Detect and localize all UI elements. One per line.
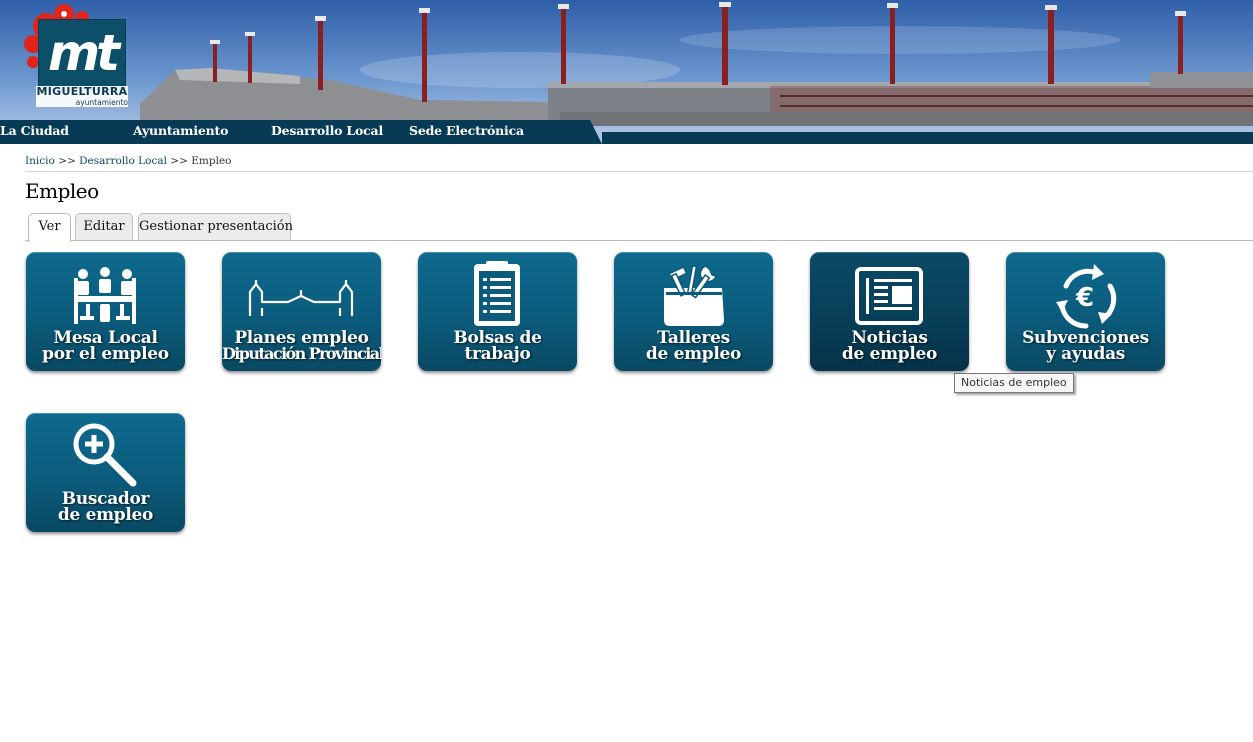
tile-subvenciones-y-ayudas[interactable]: € Subvenciones y ayudas [1006, 252, 1165, 371]
migelturra-logo[interactable]: mt MIGUELTURRA ayuntamiento [24, 4, 128, 108]
tab-gestionar-presentacion[interactable]: Gestionar presentación [138, 213, 293, 240]
nav-item-desarrollo-local[interactable]: Desarrollo Local [271, 120, 383, 144]
logo-name: MIGUELTURRA [36, 85, 128, 98]
tile-planes-empleo[interactable]: Planes empleo Diputación Provincial [222, 252, 381, 371]
tile-label: Bolsas de trabajo [453, 328, 542, 364]
breadcrumb-section-link[interactable]: Desarrollo Local [79, 155, 167, 167]
tile-label: Planes empleo Diputación Provincial [222, 328, 381, 363]
tooltip: Noticias de empleo [954, 373, 1074, 393]
tile-bolsas-de-trabajo[interactable]: Bolsas de trabajo [418, 252, 577, 371]
site-header: mt MIGUELTURRA ayuntamiento La Ciudad Ay… [0, 0, 1253, 144]
tile-noticias-de-empleo[interactable]: Noticias de empleo [810, 252, 969, 371]
tile-label: Subvenciones y ayudas [1022, 328, 1149, 364]
tile-label: Talleres de empleo [645, 328, 742, 364]
tabs-divider [25, 240, 1253, 241]
breadcrumb-home-link[interactable]: Inicio [25, 155, 55, 167]
tile-label: Mesa Local por el empleo [42, 328, 169, 364]
svg-text:€: € [1075, 283, 1094, 313]
nav-item-la-ciudad[interactable]: La Ciudad [0, 120, 69, 144]
tile-talleres-de-empleo[interactable]: Talleres de empleo [614, 252, 773, 371]
tile-label: Noticias de empleo [841, 328, 938, 364]
breadcrumb-divider [25, 171, 1253, 172]
breadcrumb: Inicio >> Desarrollo Local >> Empleo [25, 155, 232, 167]
tile-mesa-local[interactable]: Mesa Local por el empleo [26, 252, 185, 371]
tile-buscador-de-empleo[interactable]: Buscador de empleo [26, 413, 185, 532]
breadcrumb-current: Empleo [191, 155, 232, 167]
tile-label: Buscador de empleo [57, 489, 154, 525]
logo-subtitle: ayuntamiento [36, 98, 128, 107]
nav-item-sede-electronica[interactable]: Sede Electrónica [409, 120, 524, 144]
nav-item-ayuntamiento[interactable]: Ayuntamiento [133, 120, 228, 144]
breadcrumb-separator: >> [58, 155, 76, 167]
breadcrumb-separator: >> [170, 155, 188, 167]
tab-editar[interactable]: Editar [75, 213, 133, 240]
page-title: Empleo [25, 179, 99, 203]
tab-ver[interactable]: Ver [28, 213, 71, 242]
logo-mark: mt [47, 24, 120, 82]
main-nav: La Ciudad Ayuntamiento Desarrollo Local … [0, 120, 1253, 144]
